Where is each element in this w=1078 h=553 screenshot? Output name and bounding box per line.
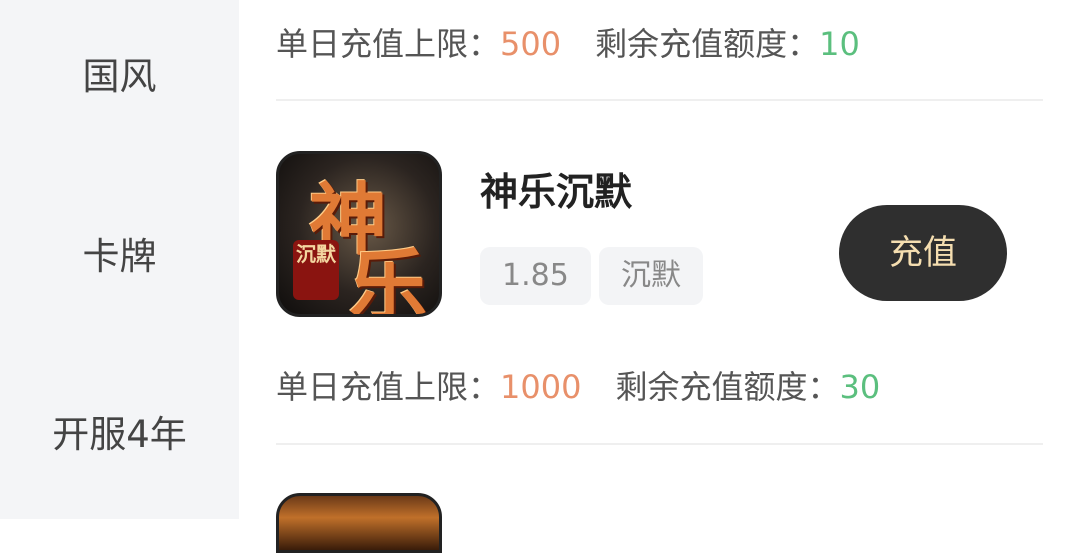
remaining-quota-label: 剩余充值额度： [595,25,820,63]
daily-limit-value: 1000 [500,368,582,406]
recharge-limit-row: 单日充值上限：500 剩余充值额度：10 [276,24,860,64]
remaining-quota-label: 剩余充值额度： [615,368,840,406]
game-title[interactable]: 神乐沉默 [480,167,632,217]
remaining-quota-value: 10 [819,25,860,63]
daily-limit-label: 单日充值上限： [276,368,501,406]
sidebar-item-kapai[interactable]: 卡牌 [0,232,239,282]
recharge-button[interactable]: 充值 [839,205,1007,301]
divider [276,443,1043,445]
category-sidebar: 国风 卡牌 开服4年 [0,0,239,519]
remaining-quota-value: 30 [839,368,881,406]
game-icon-shenle[interactable]: 神 乐 沉默 [276,151,442,317]
sidebar-item-kaifu-4-years[interactable]: 开服4年 [0,410,239,460]
server-tag: 沉默 [599,247,703,305]
daily-limit-label: 单日充值上限： [276,25,501,63]
rate-tag: 1.85 [480,247,591,305]
recharge-limit-row: 单日充值上限：1000 剩余充值额度：30 [276,367,880,407]
divider [276,99,1043,101]
sidebar-item-guofeng[interactable]: 国风 [0,52,239,102]
daily-limit-value: 500 [500,25,562,63]
game-icon-next[interactable] [276,493,442,553]
game-icon-seal: 沉默 [293,240,339,300]
game-list: 单日充值上限：500 剩余充值额度：10 神 乐 沉默 神乐沉默 1.85 沉默 … [239,0,1078,553]
game-icon-glyph: 乐 [349,241,428,317]
